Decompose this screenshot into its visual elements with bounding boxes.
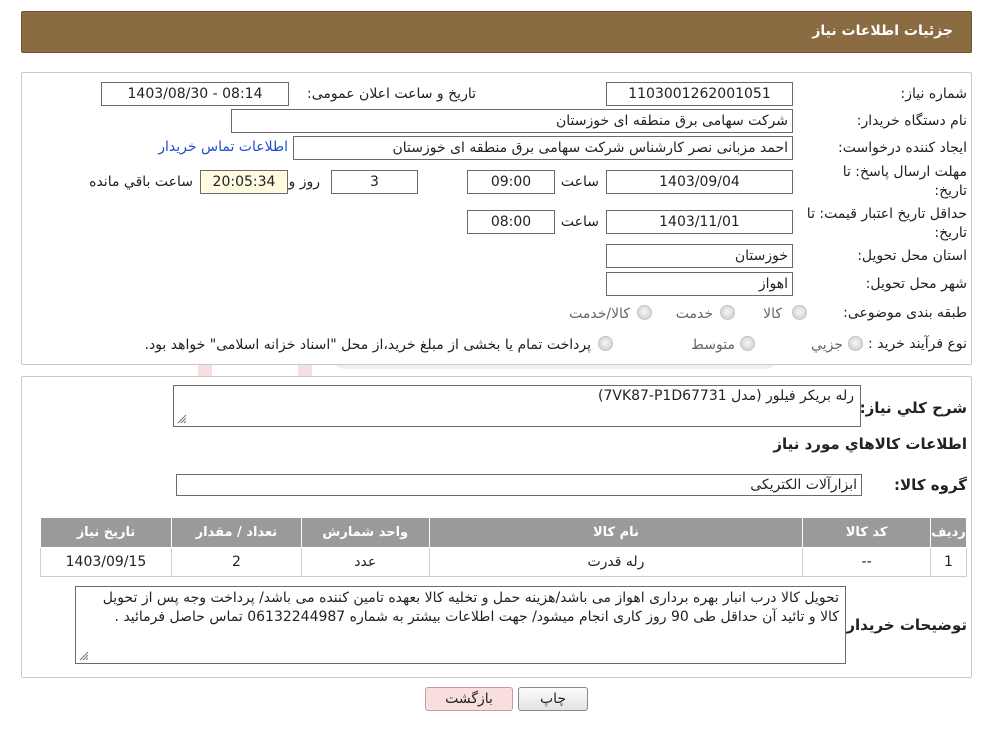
purchase-type-minor-radio[interactable] — [848, 336, 863, 351]
category-label: طبقه بندی موضوعی: — [843, 305, 967, 321]
province-label: استان محل تحویل: — [857, 248, 967, 264]
back-button[interactable]: بازگشت — [425, 687, 513, 711]
remaining-time-label: ساعت باقي مانده — [89, 174, 193, 190]
resize-grip-icon[interactable] — [177, 414, 187, 424]
reply-deadline-label-line2: تاریخ: — [934, 183, 967, 199]
remaining-time-field: 20:05:34 — [200, 170, 288, 194]
goods-table: رديف کد کالا نام کالا واحد شمارش تعداد /… — [40, 517, 967, 577]
buyer-notes-label: توضیحات خریدار: — [840, 616, 967, 634]
summary-label: شرح كلي نياز: — [859, 399, 967, 417]
category-goods-service-label: کالا/خدمت — [569, 306, 630, 322]
goods-info-title: اطلاعات كالاهاي مورد نياز — [773, 435, 967, 453]
goods-group-field: ابزارآلات الکتریکی — [176, 474, 862, 496]
purchase-type-label: نوع فرآیند خرید : — [868, 336, 967, 352]
category-goods-radio[interactable] — [792, 305, 807, 320]
need-number-field: 1103001262001051 — [606, 82, 793, 106]
buyer-contact-link[interactable]: اطلاعات تماس خریدار — [158, 139, 288, 155]
city-field: اهواز — [606, 272, 793, 296]
reply-deadline-label-line1: مهلت ارسال پاسخ: تا — [842, 164, 967, 180]
cell-need-date: 1403/09/15 — [40, 547, 172, 577]
reply-deadline-days: 3 — [331, 170, 418, 194]
need-number-label: شماره نیاز: — [900, 86, 968, 102]
requester-field: احمد مزبانی نصر کارشناس شرکت سهامی برق م… — [293, 136, 793, 160]
cell-quantity: 2 — [170, 547, 302, 577]
treasury-bonds-checkbox[interactable] — [598, 336, 613, 351]
province-field: خوزستان — [606, 244, 793, 268]
purchase-type-minor-label: جزیي — [811, 337, 843, 353]
price-validity-label-line2: تاریخ: — [934, 225, 967, 241]
category-goods-label: کالا — [763, 306, 782, 322]
price-validity-time: 08:00 — [467, 210, 555, 234]
requester-label: ایجاد کننده درخواست: — [838, 140, 967, 156]
cell-goods-code: -- — [802, 547, 932, 577]
buyer-org-label: نام دستگاه خریدار: — [856, 113, 967, 129]
col-need-date: تاریخ نیاز — [40, 517, 172, 548]
table-row: 1 -- رله قدرت عدد 2 1403/09/15 — [40, 547, 967, 577]
category-service-label: خدمت — [675, 306, 713, 322]
reply-deadline-time: 09:00 — [467, 170, 555, 194]
treasury-bonds-note: پرداخت تمام یا بخشی از مبلغ خرید،از محل … — [144, 337, 591, 353]
days-label: روز و — [288, 174, 321, 190]
col-unit: واحد شمارش — [300, 517, 430, 548]
buyer-org-field: شرکت سهامی برق منطقه ای خوزستان — [231, 109, 793, 133]
buyer-notes-field: تحویل کالا درب انبار بهره برداری اهواز م… — [75, 586, 846, 664]
cell-row-number: 1 — [930, 547, 967, 577]
reply-deadline-time-label: ساعت — [560, 174, 599, 190]
price-validity-label-line1: حداقل تاریخ اعتبار قیمت: تا — [806, 206, 967, 222]
cell-goods-name: رله قدرت — [428, 547, 804, 577]
announce-datetime-label: تاریخ و ساعت اعلان عمومی: — [307, 86, 476, 102]
print-button[interactable]: چاپ — [518, 687, 588, 711]
price-validity-time-label: ساعت — [560, 214, 599, 230]
goods-group-label: گروه کالا: — [894, 476, 967, 494]
col-quantity: تعداد / مقدار — [170, 517, 302, 548]
buyer-notes-text: تحویل کالا درب انبار بهره برداری اهواز م… — [102, 590, 839, 625]
category-service-radio[interactable] — [720, 305, 735, 320]
page-header: جزئیات اطلاعات نیاز — [21, 11, 972, 53]
purchase-type-medium-label: متوسط — [691, 337, 735, 353]
summary-field: رله بریکر فیلور (مدل 7VK87-P1D67731) — [173, 385, 861, 427]
col-goods-name: نام کالا — [428, 517, 804, 548]
city-label: شهر محل تحویل: — [865, 276, 967, 292]
summary-text: رله بریکر فیلور (مدل 7VK87-P1D67731) — [597, 388, 854, 404]
purchase-type-medium-radio[interactable] — [740, 336, 755, 351]
cell-unit: عدد — [300, 547, 430, 577]
category-goods-service-radio[interactable] — [637, 305, 652, 320]
reply-deadline-date: 1403/09/04 — [606, 170, 793, 194]
col-goods-code: کد کالا — [802, 517, 932, 548]
page-title: جزئیات اطلاعات نیاز — [812, 23, 953, 39]
announce-datetime-field: 1403/08/30 - 08:14 — [101, 82, 289, 106]
resize-grip-icon[interactable] — [79, 651, 89, 661]
price-validity-date: 1403/11/01 — [606, 210, 793, 234]
goods-table-header: رديف کد کالا نام کالا واحد شمارش تعداد /… — [40, 517, 967, 548]
col-row-number: رديف — [930, 517, 967, 548]
